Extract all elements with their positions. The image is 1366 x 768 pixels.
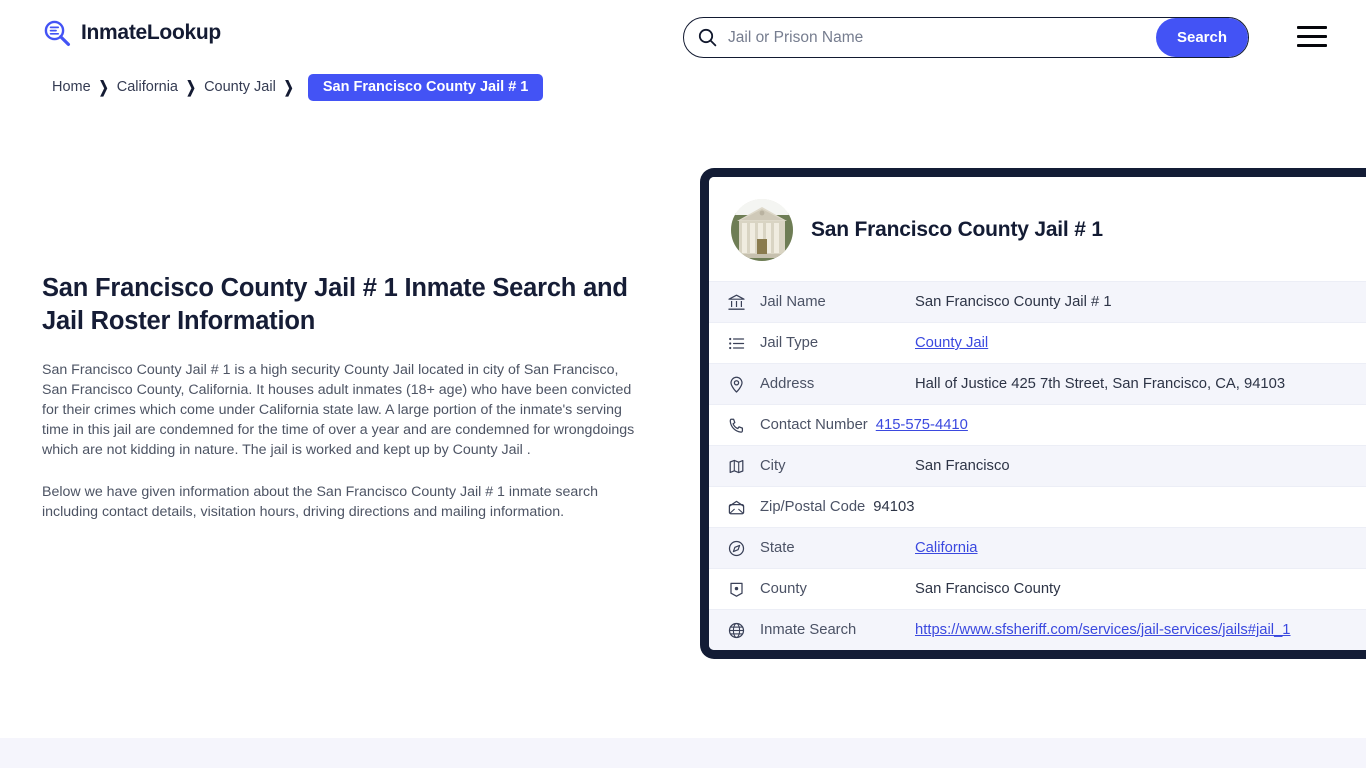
table-row: State California — [709, 527, 1366, 568]
table-row: Contact Number 415-575-4410 — [709, 404, 1366, 445]
envelope-icon — [727, 498, 746, 517]
row-label: County — [760, 581, 807, 597]
hamburger-bar — [1297, 26, 1327, 29]
card-title: San Francisco County Jail # 1 — [811, 218, 1103, 241]
chevron-right-icon: ❯ — [186, 77, 197, 97]
row-label: City — [760, 458, 786, 474]
globe-icon — [727, 621, 746, 640]
search-icon — [698, 28, 717, 47]
row-label: Address — [760, 376, 815, 392]
breadcrumb: Home ❯ California ❯ County Jail ❯ San Fr… — [52, 73, 544, 101]
page-title: San Francisco County Jail # 1 Inmate Sea… — [42, 274, 628, 335]
search-input[interactable] — [717, 18, 1156, 57]
row-value-link[interactable]: California — [915, 540, 978, 556]
row-label: Inmate Search — [760, 622, 857, 638]
footer-band — [0, 738, 1366, 768]
map-icon — [727, 457, 746, 476]
table-row: Zip/Postal Code 94103 — [709, 486, 1366, 527]
row-value: San Francisco — [915, 458, 1010, 474]
row-label: Zip/Postal Code — [760, 499, 866, 515]
phone-icon — [727, 416, 746, 435]
row-value: San Francisco County — [915, 581, 1061, 597]
jail-details-table: Jail Name San Francisco County Jail # 1 … — [709, 281, 1366, 650]
chevron-right-icon: ❯ — [283, 77, 294, 97]
row-value-link[interactable]: https://www.sfsheriff.com/services/jail-… — [915, 622, 1291, 638]
row-label: Jail Name — [760, 294, 826, 310]
row-label: Contact Number — [760, 417, 868, 433]
jail-info-card: San Francisco County Jail # 1 Jail Name … — [700, 168, 1366, 659]
brand-name: InmateLookup — [81, 21, 221, 44]
site-header: InmateLookup Search — [0, 0, 1366, 74]
list-icon — [727, 334, 746, 353]
table-row: Address Hall of Justice 425 7th Street, … — [709, 363, 1366, 404]
search-bar[interactable]: Search — [683, 17, 1249, 58]
table-row: City San Francisco — [709, 445, 1366, 486]
row-value-link[interactable]: 415-575-4410 — [876, 417, 968, 433]
table-row: County San Francisco County — [709, 568, 1366, 609]
breadcrumb-item-home[interactable]: Home — [52, 79, 91, 95]
row-value: San Francisco County Jail # 1 — [915, 294, 1112, 310]
bank-icon — [727, 293, 746, 312]
row-value: 94103 — [873, 499, 915, 515]
main-content: San Francisco County Jail # 1 Inmate Sea… — [42, 272, 638, 522]
breadcrumb-current-badge: San Francisco County Jail # 1 — [307, 73, 544, 101]
hamburger-bar — [1297, 35, 1327, 38]
table-row: Jail Name San Francisco County Jail # 1 — [709, 281, 1366, 322]
row-label: State — [760, 540, 795, 556]
row-value: Hall of Justice 425 7th Street, San Fran… — [915, 376, 1286, 392]
county-badge-icon — [727, 580, 746, 599]
row-label: Jail Type — [760, 335, 819, 351]
table-row: Jail Type County Jail — [709, 322, 1366, 363]
chevron-right-icon: ❯ — [98, 77, 109, 97]
brand-logo[interactable]: InmateLookup — [42, 18, 221, 48]
search-button[interactable]: Search — [1156, 18, 1248, 57]
row-value-link[interactable]: County Jail — [915, 335, 988, 351]
hamburger-bar — [1297, 44, 1327, 47]
magnifier-logo-icon — [42, 18, 72, 48]
breadcrumb-item-california[interactable]: California — [117, 79, 178, 95]
compass-icon — [727, 539, 746, 558]
courthouse-building-photo — [731, 199, 793, 261]
breadcrumb-item-county-jail[interactable]: County Jail — [204, 79, 276, 95]
hamburger-menu-icon[interactable] — [1297, 26, 1327, 48]
map-pin-icon — [727, 375, 746, 394]
card-header: San Francisco County Jail # 1 — [709, 177, 1366, 281]
table-row: Inmate Search https://www.sfsheriff.com/… — [709, 609, 1366, 650]
description-paragraph-2: Below we have given information about th… — [42, 484, 598, 520]
description-paragraph-1: San Francisco County Jail # 1 is a high … — [42, 362, 635, 458]
